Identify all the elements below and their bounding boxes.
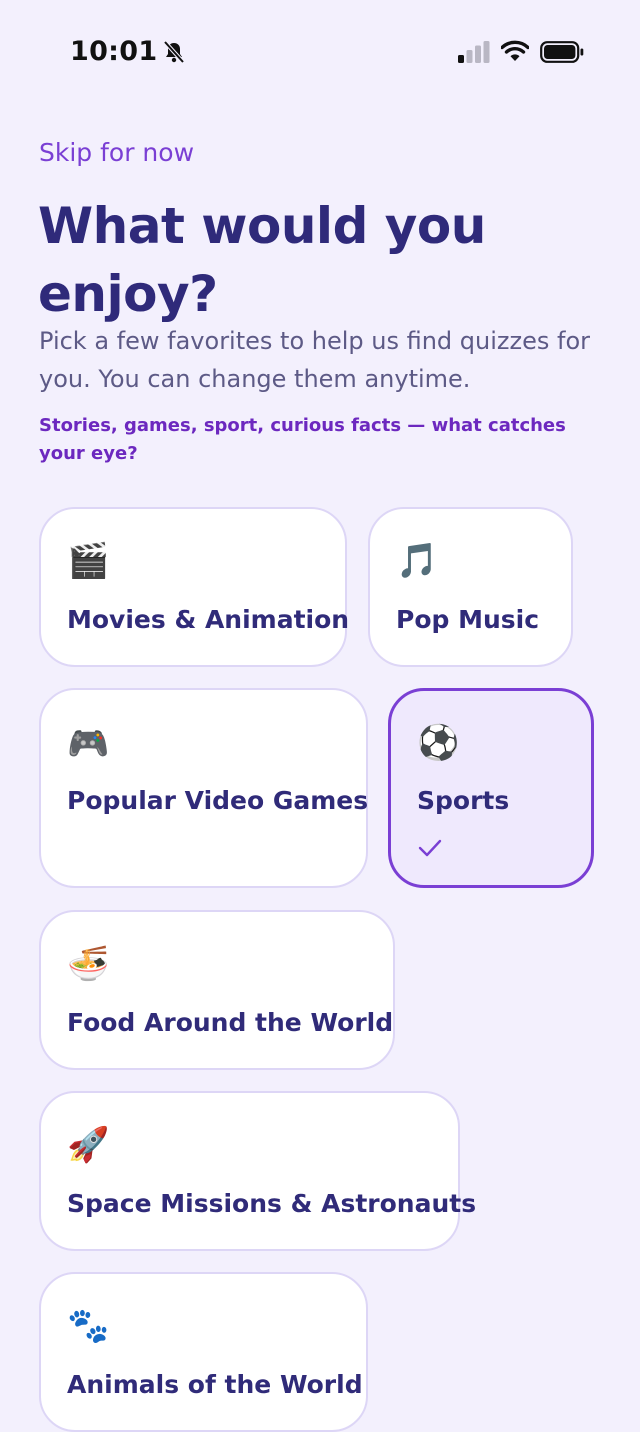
- status-time-text: 10:01: [70, 36, 158, 67]
- page-subtitle: Pick a few favorites to help us find qui…: [39, 327, 591, 393]
- page-title: What would you enjoy?: [38, 197, 486, 323]
- battery-icon: [540, 41, 584, 63]
- topic-label: Animals of the World: [67, 1370, 363, 1399]
- topic-tile-movies-animation[interactable]: 🎬 Movies & Animation: [39, 507, 350, 667]
- topic-tile-sports[interactable]: ⚽ Sports: [388, 688, 594, 888]
- skip-for-now-link[interactable]: Skip for now: [39, 138, 194, 167]
- music-note-icon: 🎵: [396, 541, 439, 581]
- clapper-board-icon: 🎬: [67, 541, 110, 581]
- topic-label: Movies & Animation: [67, 605, 350, 634]
- interest-prompt: Stories, games, sport, curious facts — w…: [39, 415, 566, 464]
- topic-tile-space-missions-astronauts[interactable]: 🚀 Space Missions & Astronauts: [39, 1091, 476, 1251]
- soccer-ball-icon: ⚽: [417, 723, 460, 763]
- topic-label: Space Missions & Astronauts: [67, 1189, 477, 1218]
- topic-tile-popular-video-games[interactable]: 🎮 Popular Video Games: [39, 688, 368, 888]
- noodle-bowl-icon: 🍜: [67, 944, 110, 984]
- cellular-signal-icon: [458, 41, 490, 63]
- status-bar: 10:01: [0, 0, 640, 104]
- paw-prints-icon: 🐾: [67, 1306, 110, 1346]
- topic-label: Pop Music: [396, 605, 540, 634]
- bell-muted-icon: [163, 40, 185, 63]
- game-controller-icon: 🎮: [67, 724, 110, 764]
- rocket-icon: 🚀: [67, 1125, 110, 1165]
- topic-label: Popular Video Games: [67, 786, 369, 815]
- status-time: 10:01: [70, 36, 185, 67]
- topic-label: Food Around the World: [67, 1008, 394, 1037]
- topic-label: Sports: [417, 786, 510, 815]
- topic-tile-pop-music[interactable]: 🎵 Pop Music: [368, 507, 573, 667]
- topic-tile-animals-of-the-world[interactable]: 🐾 Animals of the World: [39, 1272, 368, 1432]
- topic-tile-food-around-the-world[interactable]: 🍜 Food Around the World: [39, 910, 395, 1070]
- wifi-icon: [501, 40, 529, 61]
- check-icon: [418, 839, 442, 857]
